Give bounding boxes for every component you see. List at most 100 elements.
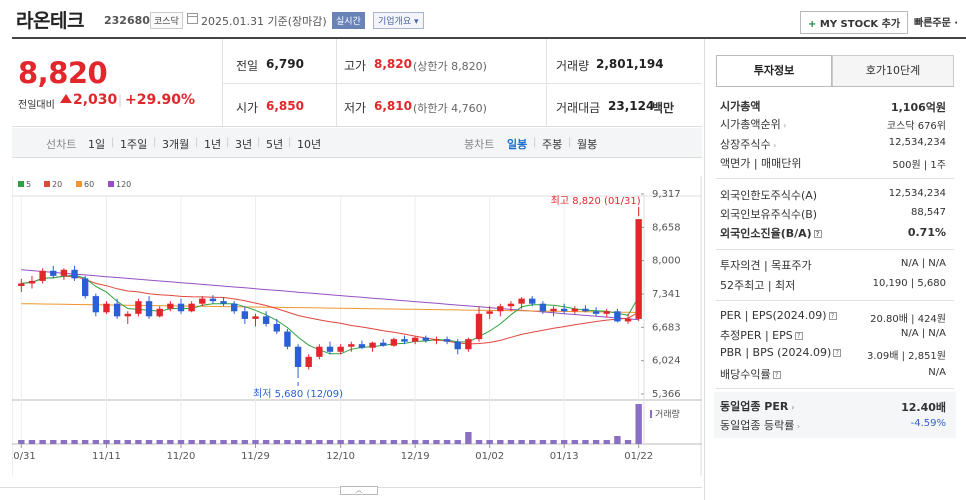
candle-body (124, 313, 131, 317)
tab-period-3m[interactable]: 3개월 (162, 136, 189, 152)
help-icon[interactable]: ? (794, 332, 803, 340)
volume-bar (518, 440, 525, 444)
volume-bar (358, 440, 366, 444)
candle-body (199, 298, 206, 304)
tab-period-3y[interactable]: 3년 (235, 136, 252, 152)
candle-body (443, 339, 451, 342)
y-tick-label: 7,341 (652, 289, 681, 300)
candle-body (550, 308, 557, 312)
max-price-label: 최고 8,820 (01/31) (551, 195, 641, 207)
stock-code: 232680 (104, 14, 150, 27)
info-row-value: 코스닥 676위 (886, 121, 946, 132)
tab-candle-monthly[interactable]: 월봉 (577, 136, 597, 152)
high-label: 고가 (344, 59, 367, 73)
info-label-text: 외국인보유주식수(B) (720, 208, 818, 221)
chevron-right-icon[interactable]: › (771, 141, 776, 150)
volume-bar (454, 440, 461, 444)
chevron-right-icon[interactable]: › (781, 121, 786, 130)
candle-body (401, 339, 408, 342)
help-icon[interactable]: ? (833, 349, 842, 357)
candle-body (209, 298, 217, 302)
chevron-right-icon[interactable]: › (788, 403, 794, 412)
volume-bar (241, 440, 249, 444)
volume-bar (220, 440, 227, 444)
info-row-label: 외국인보유주식수(B) (720, 206, 817, 222)
volume-bar (475, 440, 483, 444)
candle-body (475, 313, 483, 340)
tab-period-10y[interactable]: 10년 (297, 136, 321, 152)
candle-body (348, 344, 355, 347)
high-value: 8,820 (374, 57, 412, 71)
candle-body (50, 270, 57, 276)
volume-bar (411, 440, 419, 444)
tab-separator: | (153, 137, 157, 148)
info-row-label: 동일업종 등락률 › (720, 417, 800, 433)
as-of-date: 2025.01.31 기준(장마감) (201, 15, 327, 28)
tab-underline (716, 86, 954, 87)
candle-body (177, 303, 185, 312)
candle-chart-label: 봉차트 (464, 138, 495, 151)
candle-body (603, 311, 610, 314)
realtime-button[interactable]: 실시간 (332, 12, 365, 29)
volume-bar (433, 440, 440, 444)
candle-body (635, 219, 642, 319)
tab-period-5y[interactable]: 5년 (266, 136, 283, 152)
volume-bar (624, 440, 632, 444)
volume-bar (390, 440, 398, 444)
info-row-label: 투자의견 | 목표주가 (720, 257, 812, 273)
candle-body (411, 337, 419, 342)
candle-body (231, 303, 238, 312)
tab-period-1d[interactable]: 1일 (88, 136, 105, 152)
volume-bar (305, 440, 312, 444)
trade-value: 23,124 (608, 99, 655, 113)
volume-bar (145, 440, 153, 444)
help-icon[interactable]: ? (772, 371, 781, 379)
tab-candle-weekly[interactable]: 주봉 (542, 136, 562, 152)
volume-bar (507, 440, 515, 444)
info-row-value: 3.09배 | 2,851원 (866, 351, 946, 362)
volume-bar (348, 440, 355, 444)
chevron-right-icon[interactable]: › (794, 422, 800, 431)
candle-body (486, 311, 493, 314)
info-row-value: -4.59% (910, 418, 946, 429)
info-section-divider (716, 300, 954, 301)
expand-chart-button[interactable]: ︿ (340, 486, 378, 495)
volume-bar (401, 440, 408, 444)
tab-candle-daily[interactable]: 일봉 (507, 136, 527, 152)
low-label: 저가 (344, 101, 367, 115)
tab-separator: | (257, 137, 261, 148)
trade-value-label: 거래대금 (556, 101, 601, 115)
stock-chart[interactable]: 5 20 60 120 9,317 8,658 8,000 7,341 6,683 6,024 5,… (12, 176, 702, 476)
info-row-label: 52주최고 | 최저 (720, 277, 795, 293)
info-label-text: 추정PER | EPS (720, 329, 793, 342)
help-icon[interactable]: ? (813, 230, 822, 238)
candle-body (582, 308, 589, 312)
company-overview-dropdown[interactable]: 기업개요 ▾ (373, 12, 424, 29)
change-label: 전일대비 (18, 100, 55, 111)
volume-label: 거래량 (556, 59, 590, 73)
tab-investment-info[interactable]: 투자정보 (716, 55, 832, 87)
y-tick-label: 6,683 (652, 322, 681, 333)
tab-order-book[interactable]: 호가10단계 (832, 55, 954, 87)
info-row-value: 12.40배 (901, 401, 946, 414)
lower-limit: (하한가 4,760) (413, 102, 487, 115)
tab-period-1y[interactable]: 1년 (204, 136, 221, 152)
help-icon[interactable]: ? (828, 312, 837, 320)
volume-bar (50, 440, 57, 444)
candle-body (465, 339, 472, 350)
tab-period-1w[interactable]: 1주일 (120, 136, 147, 152)
candle-body (624, 318, 632, 322)
volume-label: 거래량 (655, 408, 680, 420)
add-my-stock-button[interactable]: + MY STOCK 추가 (800, 11, 909, 34)
info-row-value: 10,190 | 5,680 (872, 278, 946, 289)
candle-body (252, 316, 259, 319)
legend-swatch (18, 181, 24, 187)
volume-bar (592, 440, 600, 444)
volume-bar (60, 440, 68, 444)
add-my-stock-label: MY STOCK 추가 (819, 19, 901, 30)
tab-separator: | (111, 137, 115, 148)
quick-order-link[interactable]: 빠른주문 · (914, 14, 958, 29)
info-section-divider (716, 178, 954, 179)
info-row-label: 외국인한도주식수(A) (720, 187, 817, 203)
info-label-text: PER | EPS(2024.09) (720, 309, 827, 322)
